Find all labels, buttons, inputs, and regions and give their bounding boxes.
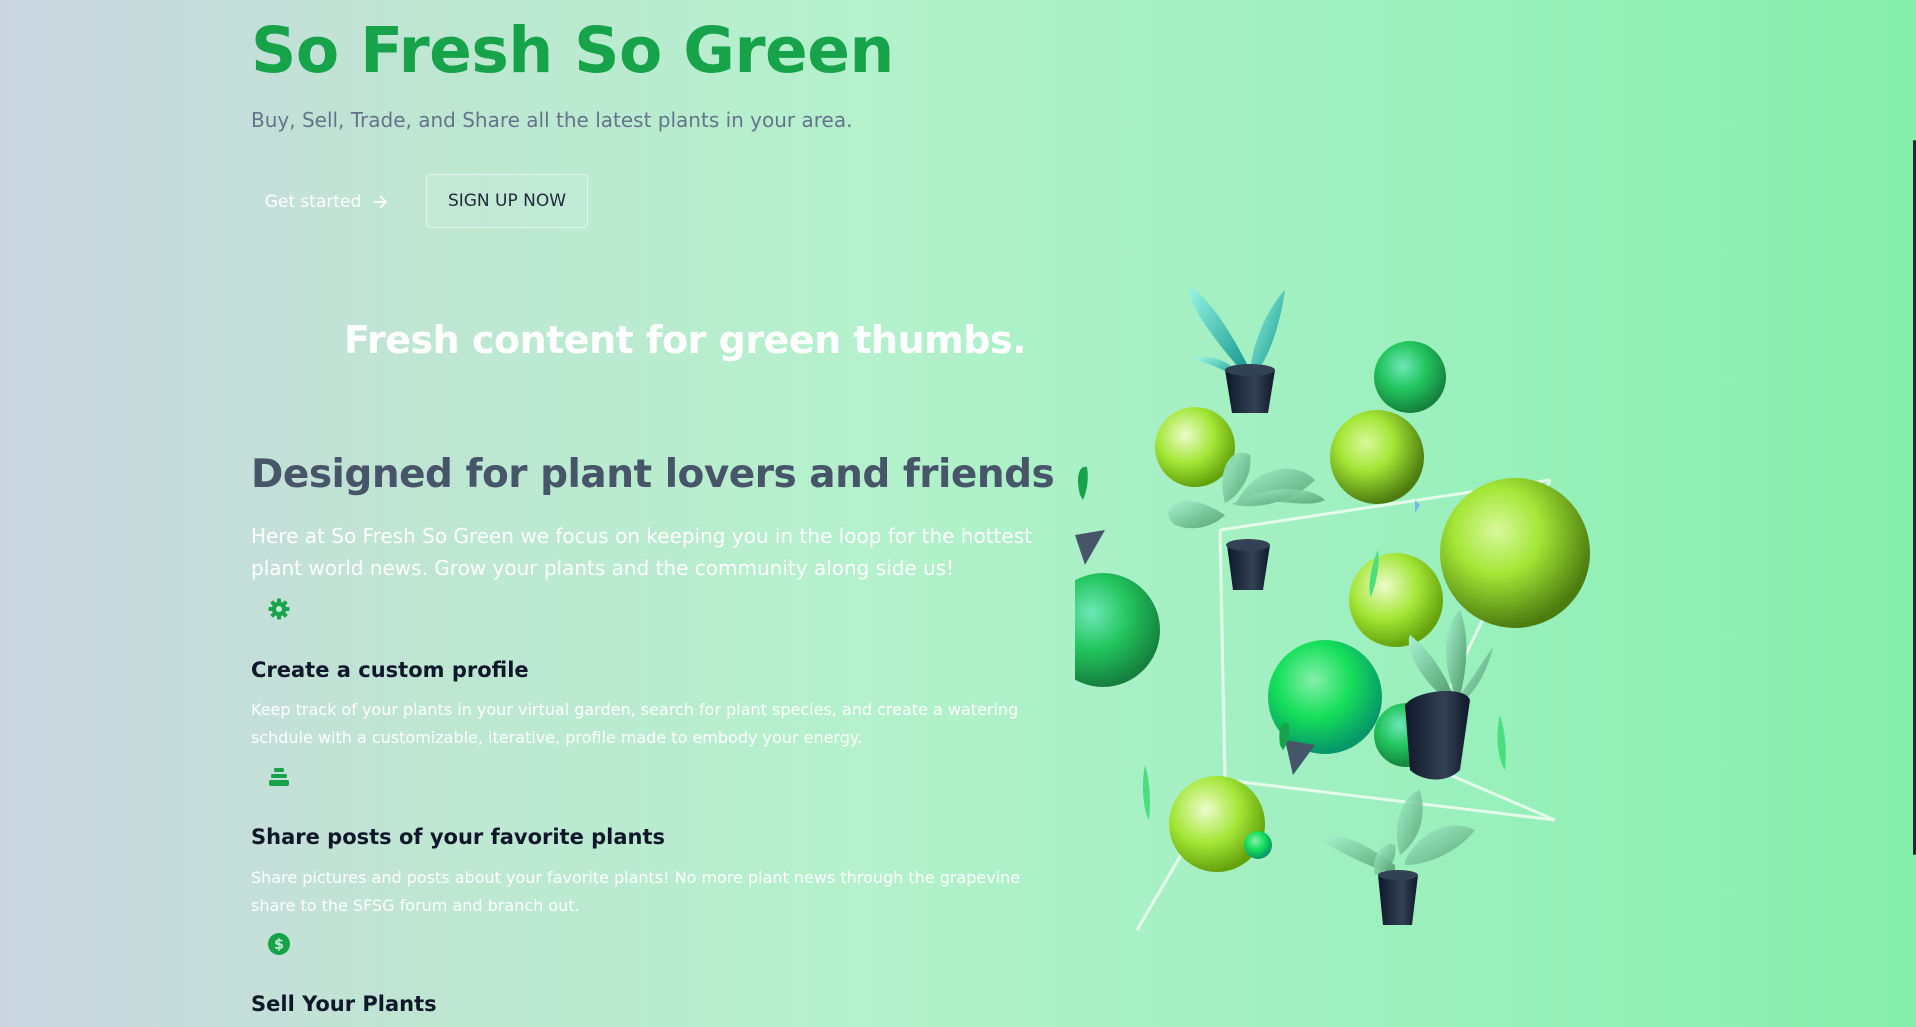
sign-up-button[interactable]: SIGN UP NOW [426,174,588,228]
dollar-icon: $ [266,931,292,957]
feature-title: Sell Your Plants [251,992,437,1016]
get-started-label: Get started [264,192,362,212]
about-description: Here at So Fresh So Green we focus on ke… [251,524,1032,580]
tagline: Fresh content for green thumbs. [344,318,1027,362]
about-heading: Designed for plant lovers and friends [251,452,1055,497]
svg-text:$: $ [274,937,284,953]
feature-title: Create a custom profile [251,658,529,682]
landing-page: So Fresh So Green Buy, Sell, Trade, and … [0,0,1916,1027]
plants-illustration [1075,285,1590,931]
arrow-right-icon [373,195,388,209]
feature-description: Share pictures and posts about your favo… [251,868,1021,915]
site-subtitle: Buy, Sell, Trade, and Share all the late… [251,108,853,132]
gear-icon [266,596,292,622]
site-title: So Fresh So Green [251,14,894,87]
stack-icon [266,764,292,790]
get-started-button[interactable]: Get started [252,175,402,229]
sign-up-label: SIGN UP NOW [447,191,567,211]
feature-description: Keep track of your plants in your virtua… [251,700,1019,747]
feature-title: Share posts of your favorite plants [251,825,666,849]
